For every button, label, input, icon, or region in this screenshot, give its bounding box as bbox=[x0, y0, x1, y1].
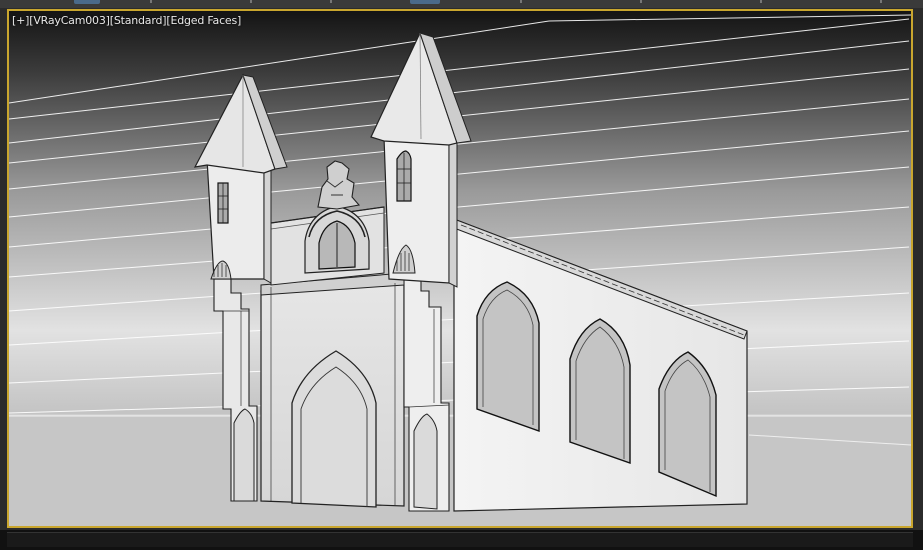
viewport-tab-strip bbox=[0, 0, 923, 8]
viewport-display-mode-menu[interactable]: Edged Faces bbox=[170, 14, 237, 27]
viewport-render[interactable] bbox=[9, 11, 911, 526]
strip-tick bbox=[760, 0, 762, 3]
viewport-layout-tab[interactable] bbox=[74, 0, 100, 4]
viewport-general-menu[interactable]: + bbox=[16, 14, 25, 27]
timeline-track[interactable] bbox=[7, 532, 913, 547]
bottom-status-strip bbox=[0, 530, 923, 550]
viewport-label: [+][VRayCam003][Standard][Edged Faces] bbox=[12, 14, 241, 28]
strip-tick bbox=[150, 0, 152, 3]
side-window-3 bbox=[658, 351, 717, 498]
strip-tick bbox=[520, 0, 522, 3]
side-window-1 bbox=[476, 281, 540, 432]
strip-tick bbox=[880, 0, 882, 3]
side-window-2 bbox=[569, 318, 631, 464]
strip-tick bbox=[330, 0, 332, 3]
viewport-shading-standard-menu[interactable]: Standard bbox=[114, 14, 163, 27]
strip-tick bbox=[250, 0, 252, 3]
viewport-label-bracket: ] bbox=[237, 14, 242, 27]
strip-tick bbox=[640, 0, 642, 3]
viewport-camera-menu[interactable]: VRayCam003 bbox=[33, 14, 106, 27]
viewport-layout-tab[interactable] bbox=[410, 0, 440, 4]
camera-viewport[interactable]: [+][VRayCam003][Standard][Edged Faces] bbox=[7, 9, 913, 528]
